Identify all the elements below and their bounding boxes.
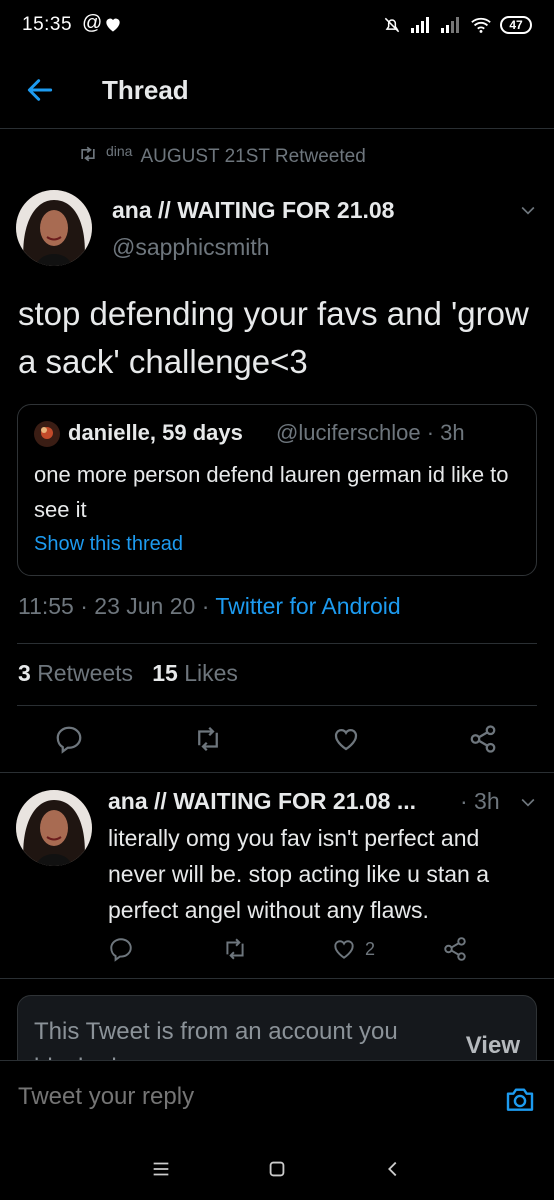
- tweet-meta: 11:55 · 23 Jun 20 · Twitter for Android: [18, 593, 401, 620]
- tweet-timestamp: 11:55 · 23 Jun 20 ·: [18, 593, 216, 619]
- tweet-source-link[interactable]: Twitter for Android: [215, 593, 400, 619]
- retweeter-name: dina: [106, 143, 133, 159]
- reply-timestamp: · 3h: [460, 788, 500, 814]
- status-bar: 15:35 @ 47: [0, 0, 554, 52]
- likes-count: 15: [152, 660, 178, 686]
- retweeted-label: AUGUST 21ST Retweeted: [140, 146, 366, 167]
- signal-icon: [410, 16, 432, 34]
- reply-icon[interactable]: [54, 724, 86, 756]
- mute-bell-icon: [382, 15, 402, 35]
- wifi-icon: [470, 16, 492, 34]
- reply-like-button[interactable]: 2: [331, 936, 375, 962]
- quote-author-name: danielle, 59 days: [68, 420, 243, 445]
- retweets-label: Retweets: [37, 660, 134, 686]
- author-handle[interactable]: @sapphicsmith: [112, 234, 270, 261]
- reply-author-name[interactable]: ana // WAITING FOR 21.08 ...: [108, 788, 416, 815]
- reply-divider: [0, 978, 554, 979]
- header-divider: [0, 128, 554, 129]
- thread-divider: [0, 772, 554, 773]
- chevron-down-icon[interactable]: [518, 200, 538, 220]
- retweet-icon[interactable]: [193, 724, 225, 756]
- quote-text: one more person defend lauren german id …: [34, 462, 509, 522]
- status-icons: 47: [382, 14, 532, 36]
- share-icon[interactable]: [468, 724, 500, 756]
- signal-roaming-icon: [440, 16, 462, 34]
- reply-like-icon: [331, 936, 357, 962]
- quoted-tweet-card[interactable]: danielle, 59 days @luciferschloe · 3h on…: [17, 404, 537, 576]
- reply-reply-icon[interactable]: [108, 936, 140, 968]
- back-button[interactable]: [24, 74, 56, 106]
- author-name[interactable]: ana // WAITING FOR 21.08: [112, 197, 394, 224]
- stats-divider: [17, 705, 537, 706]
- retweeted-by-line[interactable]: dina AUGUST 21ST Retweeted: [78, 143, 366, 168]
- reply-share-icon[interactable]: [442, 936, 474, 968]
- reply-like-count: 2: [365, 938, 376, 959]
- author-avatar[interactable]: [16, 190, 92, 266]
- page-title: Thread: [102, 75, 189, 105]
- chevron-down-icon[interactable]: [518, 792, 538, 812]
- meta-divider: [17, 643, 537, 644]
- status-time: 15:35: [22, 14, 73, 35]
- camera-icon[interactable]: [504, 1083, 536, 1115]
- reply-text: literally omg you fav isn't perfect and …: [108, 825, 489, 923]
- menu-icon[interactable]: [150, 1158, 172, 1180]
- quote-avatar: [34, 421, 60, 447]
- like-icon[interactable]: [331, 724, 363, 756]
- heart-notification-icon: [103, 14, 123, 34]
- retweets-count: 3: [18, 660, 31, 686]
- quote-author-handle: @luciferschloe · 3h: [276, 420, 465, 445]
- view-blocked-button[interactable]: View: [466, 1032, 520, 1060]
- system-nav-bar: [0, 1140, 554, 1200]
- home-icon[interactable]: [266, 1158, 288, 1180]
- likes-stat[interactable]: 15 Likes: [152, 660, 238, 686]
- nav-back-icon[interactable]: [382, 1158, 404, 1180]
- show-thread-link[interactable]: Show this thread: [34, 533, 183, 556]
- at-icon: @: [82, 12, 103, 34]
- reply-compose-bar: [0, 1060, 554, 1140]
- reply-retweet-icon[interactable]: [222, 936, 254, 968]
- retweets-stat[interactable]: 3 Retweets: [18, 660, 133, 686]
- tweet-text: stop defending your favs and 'grow a sac…: [18, 295, 529, 380]
- likes-label: Likes: [184, 660, 238, 686]
- tweet-stats: 3 Retweets 15 Likes: [18, 660, 238, 687]
- battery-icon: 47: [500, 16, 532, 34]
- retweet-small-icon: [78, 146, 98, 162]
- reply-author-avatar[interactable]: [16, 790, 92, 866]
- reply-input[interactable]: [18, 1083, 418, 1111]
